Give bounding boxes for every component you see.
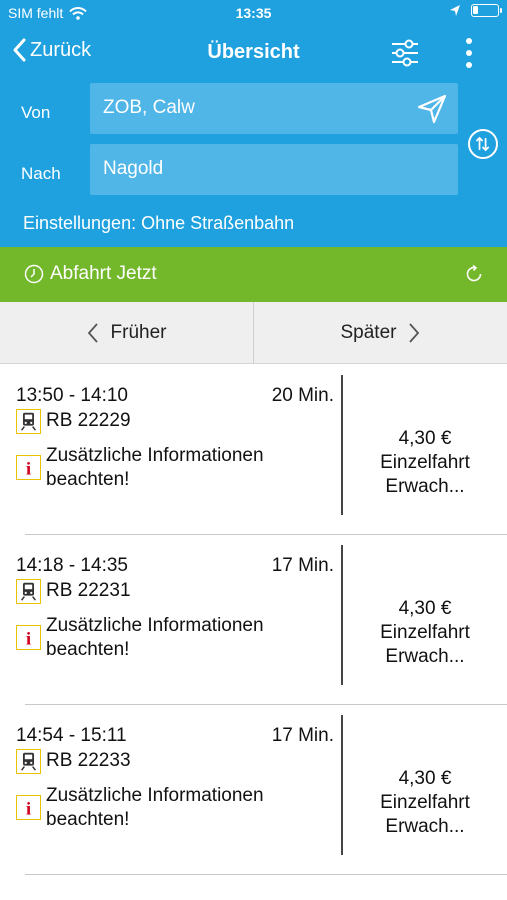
train-icon: [16, 579, 41, 604]
trip-times: 14:54 - 15:11: [16, 725, 127, 746]
later-label: Später: [340, 322, 397, 343]
chevron-left-icon: [87, 323, 98, 343]
trip-info-line1: Zusätzliche Informationen: [46, 615, 264, 636]
settings-text[interactable]: Einstellungen: Ohne Straßenbahn: [23, 213, 294, 234]
more-icon[interactable]: [456, 36, 482, 70]
pager: Früher Später: [0, 302, 507, 364]
chevron-right-icon: [409, 323, 420, 343]
clock-icon: [24, 264, 44, 284]
back-button[interactable]: Zurück: [12, 38, 91, 62]
trip-info-line1: Zusätzliche Informationen: [46, 785, 264, 806]
trip-fare-line1: Einzelfahrt: [380, 622, 470, 643]
svg-text:i: i: [26, 798, 31, 818]
trip-fare-line2: Erwach...: [385, 816, 465, 837]
swap-icon[interactable]: [468, 129, 498, 159]
trip-fare-line1: Einzelfahrt: [380, 792, 470, 813]
trip-line: RB 22231: [46, 580, 131, 601]
header: SIM fehlt 13:35 Zurück Übersicht Von ZOB…: [0, 0, 507, 247]
trip-fare-line2: Erwach...: [385, 476, 465, 497]
trip-duration: 17 Min.: [271, 725, 334, 746]
info-icon: i: [16, 455, 41, 480]
status-bar: SIM fehlt 13:35: [0, 0, 507, 26]
trip-line: RB 22229: [46, 410, 131, 431]
trip-info-line1: Zusätzliche Informationen: [46, 445, 264, 466]
to-label: Nach: [21, 164, 61, 183]
to-value: Nagold: [103, 158, 164, 179]
departure-bar[interactable]: Abfahrt Jetzt: [0, 247, 507, 302]
chevron-left-icon: [13, 38, 26, 62]
trip-duration: 20 Min.: [271, 385, 334, 406]
departure-label: Abfahrt: [50, 263, 112, 284]
from-value: ZOB, Calw: [103, 97, 195, 118]
trip-times: 14:18 - 14:35: [16, 555, 128, 576]
back-label: Zurück: [30, 38, 92, 61]
train-icon: [16, 409, 41, 434]
trip-info-line2: beachten!: [46, 639, 130, 660]
departure-value: Jetzt: [116, 263, 157, 284]
nav-bar: Zurück Übersicht: [0, 30, 507, 76]
trip-price: 4,30 €: [398, 428, 452, 449]
filter-icon[interactable]: [388, 36, 422, 70]
svg-text:i: i: [26, 628, 31, 648]
location-services-icon: [450, 5, 460, 16]
trip-info-line2: beachten!: [46, 809, 130, 830]
status-time: 13:35: [235, 5, 272, 21]
trip-price: 4,30 €: [398, 768, 452, 789]
earlier-button[interactable]: Früher: [0, 302, 253, 364]
trip-item[interactable]: 14:18 - 14:35 17 Min. RB 22231 i Zusätzl…: [0, 535, 507, 705]
trip-item[interactable]: 13:50 - 14:10 20 Min. RB 22229 i Zusätzl…: [0, 365, 507, 535]
trip-duration: 17 Min.: [271, 555, 334, 576]
trip-fare-line2: Erwach...: [385, 646, 465, 667]
from-field[interactable]: ZOB, Calw: [90, 83, 458, 134]
earlier-label: Früher: [110, 322, 167, 343]
row-separator: [25, 874, 507, 875]
location-arrow-icon[interactable]: [416, 93, 448, 125]
trip-price: 4,30 €: [398, 598, 452, 619]
battery-icon: [471, 4, 502, 17]
trip-item[interactable]: 14:54 - 15:11 17 Min. RB 22233 i Zusätzl…: [0, 705, 507, 875]
to-field[interactable]: Nagold: [90, 144, 458, 195]
trip-fare-line1: Einzelfahrt: [380, 452, 470, 473]
later-button[interactable]: Später: [254, 302, 507, 364]
refresh-icon[interactable]: [464, 264, 484, 284]
train-icon: [16, 749, 41, 774]
from-label: Von: [21, 103, 51, 122]
trip-times: 13:50 - 14:10: [16, 385, 128, 406]
trip-info-line2: beachten!: [46, 469, 130, 490]
svg-text:i: i: [26, 458, 31, 478]
info-icon: i: [16, 625, 41, 650]
info-icon: i: [16, 795, 41, 820]
trip-line: RB 22233: [46, 750, 131, 771]
